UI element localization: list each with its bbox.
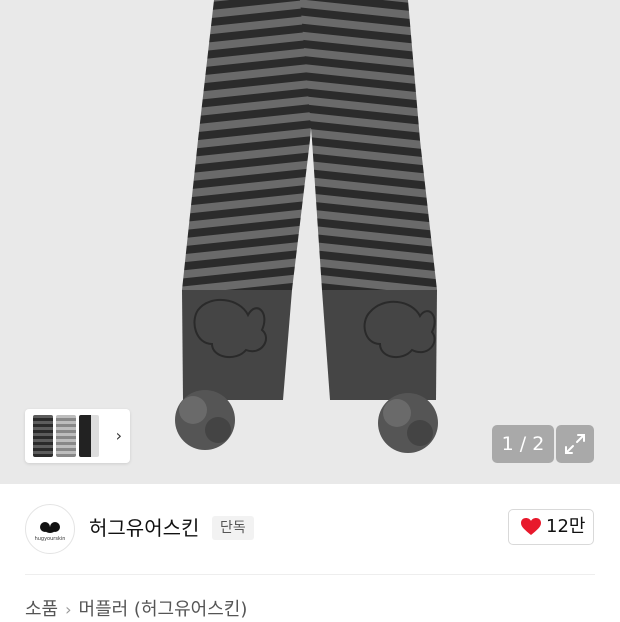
- product-image-gallery[interactable]: › 1 / 2: [0, 0, 620, 484]
- thumbnail-strip[interactable]: ›: [25, 409, 130, 463]
- image-counter: 1 / 2: [492, 425, 554, 463]
- thumbnail-2[interactable]: [56, 415, 76, 457]
- breadcrumb: 소품 › 머플러 (허그유어스킨): [25, 598, 247, 622]
- heart-icon: [521, 518, 541, 535]
- brand-row: hugyourskin 허그유어스킨 단독 12만: [0, 484, 620, 572]
- thumbnail-3[interactable]: [79, 415, 99, 457]
- exclusive-badge: 단독: [212, 516, 254, 540]
- like-count: 12만: [546, 516, 586, 537]
- expand-icon[interactable]: [556, 425, 594, 463]
- chevron-right-icon[interactable]: ›: [116, 426, 122, 446]
- thumbnail-1[interactable]: [33, 415, 53, 457]
- chevron-right-icon: ›: [65, 600, 72, 619]
- breadcrumb-item-category[interactable]: 소품: [25, 599, 58, 620]
- brand-logo[interactable]: hugyourskin: [25, 504, 75, 554]
- divider: [25, 574, 595, 575]
- like-button[interactable]: 12만: [508, 509, 594, 545]
- brand-name[interactable]: 허그유어스킨: [89, 515, 199, 541]
- breadcrumb-item-subcategory[interactable]: 머플러 (허그유어스킨): [79, 599, 248, 620]
